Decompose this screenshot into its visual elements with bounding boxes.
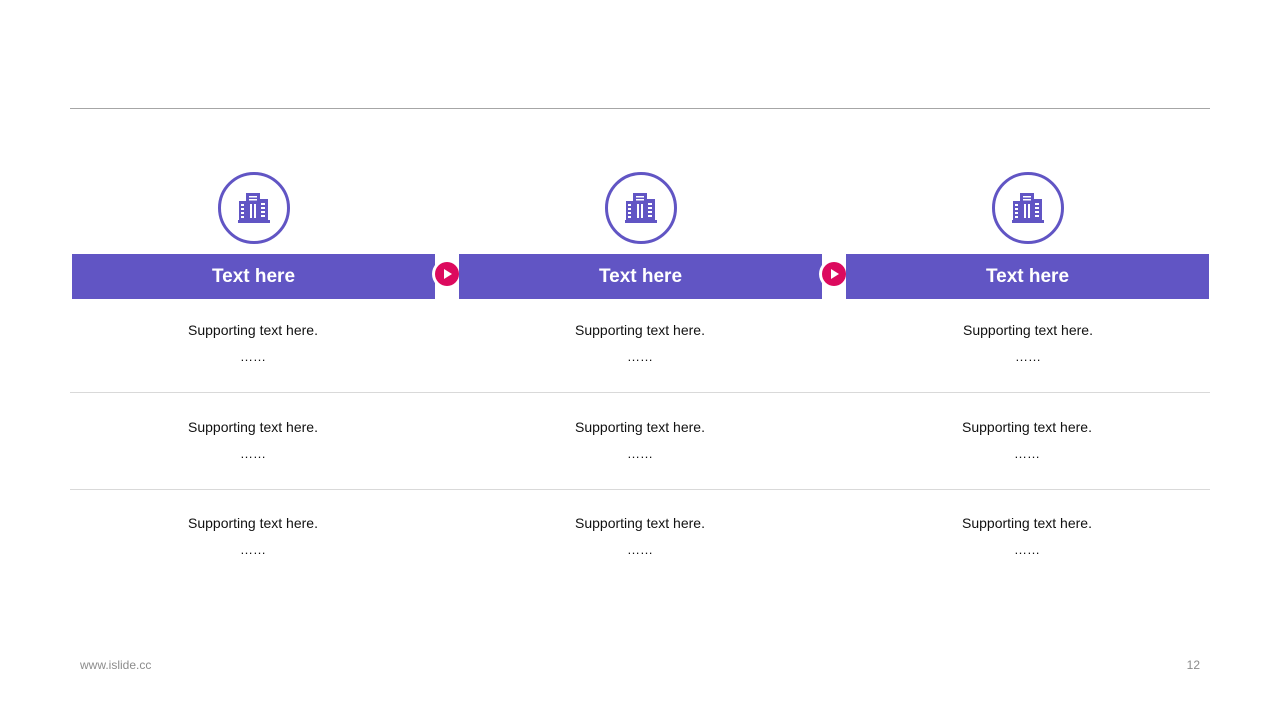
ellipsis-text: ……: [627, 446, 653, 461]
footer-website: www.islide.cc: [80, 658, 152, 672]
building-icon-graphic: [625, 193, 657, 223]
supporting-text-cell: Supporting text here. ……: [447, 417, 833, 464]
ellipsis-text: ……: [1015, 349, 1041, 364]
ellipsis-text: ……: [240, 542, 266, 557]
ellipsis-text: ……: [627, 542, 653, 557]
top-divider: [70, 108, 1210, 109]
supporting-text: Supporting text here.: [575, 515, 705, 531]
ellipsis-text: ……: [240, 446, 266, 461]
supporting-text-cell: Supporting text here. ……: [60, 513, 446, 560]
building-icon: [992, 172, 1064, 244]
supporting-text: Supporting text here.: [962, 419, 1092, 435]
supporting-text: Supporting text here.: [188, 515, 318, 531]
supporting-text-cell: Supporting text here. ……: [834, 417, 1220, 464]
supporting-text-cell: Supporting text here. ……: [447, 320, 833, 367]
ellipsis-text: ……: [1014, 446, 1040, 461]
column-header-1: Text here: [72, 254, 435, 299]
arrow-right-icon: [822, 262, 846, 286]
supporting-text: Supporting text here.: [962, 515, 1092, 531]
supporting-text: Supporting text here.: [575, 419, 705, 435]
page-number: 12: [1186, 658, 1200, 672]
supporting-text-cell: Supporting text here. ……: [447, 513, 833, 560]
column-header-3: Text here: [846, 254, 1209, 299]
supporting-text: Supporting text here.: [575, 322, 705, 338]
building-icon-graphic: [238, 193, 270, 223]
supporting-text: Supporting text here.: [188, 322, 318, 338]
supporting-text-cell: Supporting text here. ……: [834, 513, 1220, 560]
supporting-text: Supporting text here.: [188, 419, 318, 435]
supporting-text: Supporting text here.: [963, 322, 1093, 338]
supporting-text-cell: Supporting text here. ……: [60, 320, 446, 367]
ellipsis-text: ……: [627, 349, 653, 364]
ellipsis-text: ……: [240, 349, 266, 364]
row-divider: [70, 489, 1210, 490]
column-header-2: Text here: [459, 254, 822, 299]
arrow-right-icon: [435, 262, 459, 286]
building-icon-graphic: [1012, 193, 1044, 223]
ellipsis-text: ……: [1014, 542, 1040, 557]
building-icon: [218, 172, 290, 244]
row-divider: [70, 392, 1210, 393]
supporting-text-cell: Supporting text here. ……: [60, 417, 446, 464]
building-icon: [605, 172, 677, 244]
supporting-text-cell: Supporting text here. ……: [835, 320, 1221, 367]
